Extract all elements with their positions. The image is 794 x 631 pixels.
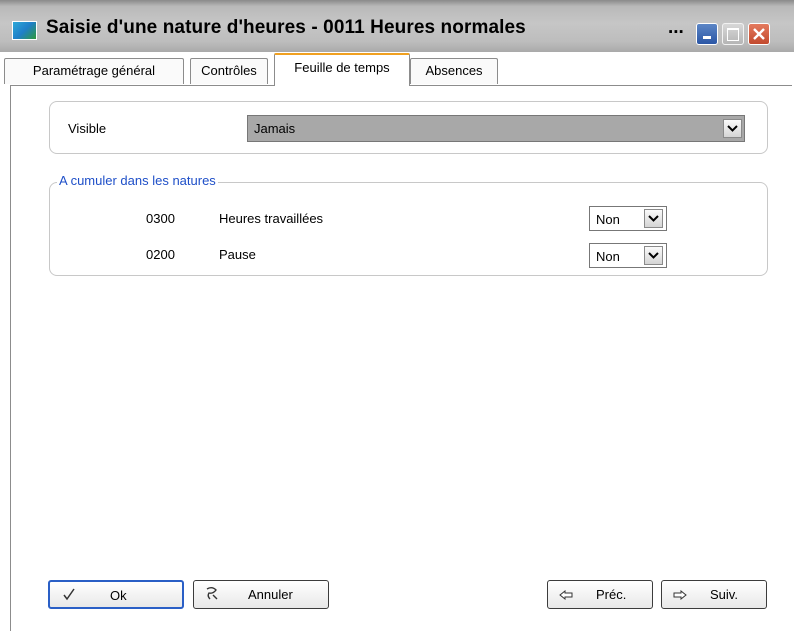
cumul-row-dropdown-button[interactable]	[644, 246, 663, 265]
tab-controles[interactable]: Contrôles	[190, 58, 268, 84]
cumul-row-label: Heures travaillées	[219, 211, 324, 226]
title-overflow-dots: ...	[668, 17, 684, 38]
visible-dropdown-button[interactable]	[723, 119, 742, 138]
arrow-left-icon	[559, 590, 573, 600]
cumul-row-select-value: Non	[596, 249, 620, 264]
close-icon	[753, 28, 765, 40]
ok-button-label: Ok	[110, 588, 127, 603]
maximize-button[interactable]	[722, 23, 744, 45]
next-button-label: Suiv.	[710, 587, 738, 602]
cumul-row-select-value: Non	[596, 212, 620, 227]
visible-label: Visible	[68, 121, 107, 136]
cumul-row-label: Pause	[219, 247, 256, 262]
chevron-down-icon	[727, 125, 738, 132]
cancel-button[interactable]: Annuler	[193, 580, 329, 609]
cumul-row-code: 0200	[146, 247, 175, 262]
tab-content-panel	[10, 85, 792, 631]
cumul-row-select[interactable]: Non	[589, 206, 667, 231]
cumul-row-dropdown-button[interactable]	[644, 209, 663, 228]
tab-absences[interactable]: Absences	[410, 58, 498, 84]
visible-select[interactable]: Jamais	[247, 115, 745, 142]
visible-select-value: Jamais	[254, 121, 296, 136]
tab-feuille-de-temps[interactable]: Feuille de temps	[274, 53, 410, 86]
next-button[interactable]: Suiv.	[661, 580, 767, 609]
close-button[interactable]	[748, 23, 770, 45]
cancel-icon	[206, 587, 218, 600]
title-bar[interactable]: Saisie d'une nature d'heures - 0011 Heur…	[0, 0, 794, 53]
maximize-icon	[727, 28, 739, 41]
previous-button[interactable]: Préc.	[547, 580, 653, 609]
ok-button[interactable]: Ok	[48, 580, 184, 609]
tab-parametrage-general[interactable]: Paramétrage général	[4, 58, 184, 84]
minimize-icon	[703, 36, 711, 39]
checkmark-pen-icon	[63, 588, 75, 601]
cumul-group-legend: A cumuler dans les natures	[57, 173, 218, 188]
arrow-right-icon	[673, 590, 687, 600]
cumul-row-select[interactable]: Non	[589, 243, 667, 268]
chevron-down-icon	[648, 215, 659, 222]
previous-button-label: Préc.	[596, 587, 627, 602]
minimize-button[interactable]	[696, 23, 718, 45]
cumul-row-code: 0300	[146, 211, 175, 226]
cancel-button-label: Annuler	[248, 587, 293, 602]
chevron-down-icon	[648, 252, 659, 259]
window-title: Saisie d'une nature d'heures - 0011 Heur…	[46, 17, 526, 38]
app-icon	[12, 21, 37, 40]
